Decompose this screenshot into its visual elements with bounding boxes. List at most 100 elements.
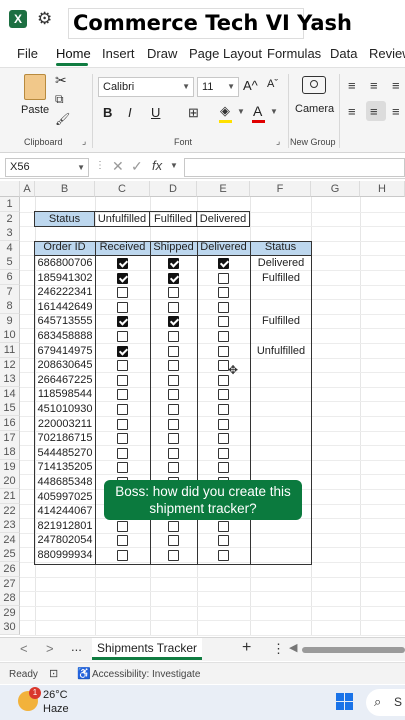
shipped-checkbox[interactable] [168, 462, 179, 473]
row-header[interactable]: 13 [0, 372, 20, 387]
shipped-checkbox[interactable] [168, 287, 179, 298]
row-header[interactable]: 26 [0, 562, 20, 577]
copy-icon[interactable]: ⧉ [55, 92, 64, 107]
received-checkbox[interactable] [117, 360, 128, 371]
order-id-cell[interactable]: 645713555 [35, 314, 95, 328]
sheet-more-button[interactable]: ... [71, 639, 82, 654]
received-checkbox[interactable] [117, 258, 128, 269]
cut-icon[interactable]: ✂ [55, 72, 67, 89]
name-box[interactable]: X56 ▼ [5, 158, 89, 177]
status-cell[interactable] [251, 446, 311, 460]
tab-page-layout[interactable]: Page Layout [189, 46, 262, 61]
camera-icon[interactable] [302, 76, 326, 94]
order-id-cell[interactable]: 448685348 [35, 475, 95, 489]
delivered-checkbox[interactable] [218, 258, 229, 269]
column-header-d[interactable]: D [150, 181, 197, 197]
font-launcher-icon[interactable]: ⌟ [276, 136, 280, 147]
order-id-cell[interactable]: 405997025 [35, 490, 95, 504]
status-cell[interactable] [251, 533, 311, 547]
clipboard-launcher-icon[interactable]: ⌟ [82, 136, 86, 147]
order-id-cell[interactable]: 451010930 [35, 402, 95, 416]
shipped-checkbox[interactable] [168, 521, 179, 532]
column-header-g[interactable]: G [311, 181, 360, 197]
received-checkbox[interactable] [117, 302, 128, 313]
table-header-delivered[interactable]: Delivered [197, 241, 250, 255]
delivered-checkbox[interactable] [218, 404, 229, 415]
chevron-down-icon[interactable]: ▼ [237, 107, 245, 116]
order-id-cell[interactable]: 683458888 [35, 329, 95, 343]
order-id-cell[interactable]: 821912801 [35, 519, 95, 533]
shipped-checkbox[interactable] [168, 331, 179, 342]
row-header[interactable]: 27 [0, 577, 20, 592]
row-header[interactable]: 3 [0, 226, 20, 241]
row-header[interactable]: 1 [0, 197, 20, 212]
row-header[interactable]: 5 [0, 255, 20, 270]
worksheet-grid[interactable]: A B C D E F G H 1 2 3 4 5 6 7 8 9 10 11 12 13 14 15 16 1… [0, 181, 405, 636]
status-cell[interactable] [251, 300, 311, 314]
row-header[interactable]: 2 [0, 212, 20, 227]
italic-button[interactable]: I [128, 105, 132, 120]
row-header[interactable]: 20 [0, 474, 20, 489]
column-header-f[interactable]: F [250, 181, 311, 197]
sheet-nav-next-button[interactable]: > [46, 641, 54, 656]
column-header-c[interactable]: C [95, 181, 150, 197]
status-cell[interactable]: Fulfilled [251, 271, 311, 285]
delivered-checkbox[interactable] [218, 331, 229, 342]
status-cell[interactable] [251, 373, 311, 387]
windows-start-icon[interactable] [336, 693, 354, 711]
row-header[interactable]: 12 [0, 358, 20, 373]
received-checkbox[interactable] [117, 521, 128, 532]
row-header[interactable]: 29 [0, 606, 20, 621]
received-checkbox[interactable] [117, 462, 128, 473]
align-bottom-icon[interactable]: ≡ [392, 78, 400, 93]
column-header-h[interactable]: H [360, 181, 405, 197]
macro-recording-icon[interactable]: ⊡ [49, 667, 58, 680]
delivered-checkbox[interactable] [218, 273, 229, 284]
table-header-received[interactable]: Received [95, 241, 150, 255]
table-header-shipped[interactable]: Shipped [150, 241, 197, 255]
delivered-checkbox[interactable] [218, 419, 229, 430]
table-header-status[interactable]: Status [250, 241, 311, 255]
received-checkbox[interactable] [117, 389, 128, 400]
camera-button[interactable]: Camera [295, 103, 334, 115]
received-checkbox[interactable] [117, 331, 128, 342]
shipped-checkbox[interactable] [168, 302, 179, 313]
row-header[interactable]: 23 [0, 518, 20, 533]
table-header-order-id[interactable]: Order ID [34, 241, 95, 255]
order-id-cell[interactable]: 414244067 [35, 504, 95, 518]
status-cell[interactable] [251, 402, 311, 416]
formula-input[interactable] [184, 158, 405, 177]
taskbar-search-box[interactable]: ⌕ S [366, 689, 405, 716]
status-summary-fulfilled[interactable]: Fulfilled [150, 211, 197, 227]
row-header[interactable]: 15 [0, 401, 20, 416]
received-checkbox[interactable] [117, 273, 128, 284]
order-id-cell[interactable]: 266467225 [35, 373, 95, 387]
status-cell[interactable] [251, 285, 311, 299]
row-header[interactable]: 19 [0, 460, 20, 475]
order-id-cell[interactable]: 118598544 [35, 387, 95, 401]
delivered-checkbox[interactable] [218, 302, 229, 313]
received-checkbox[interactable] [117, 433, 128, 444]
shipped-checkbox[interactable] [168, 258, 179, 269]
delivered-checkbox[interactable] [218, 389, 229, 400]
shipped-checkbox[interactable] [168, 550, 179, 561]
shipped-checkbox[interactable] [168, 433, 179, 444]
status-cell[interactable]: Fulfilled [251, 314, 311, 328]
status-summary-delivered[interactable]: Delivered [197, 211, 250, 227]
grow-font-button[interactable]: A^ [243, 78, 258, 93]
shipped-checkbox[interactable] [168, 419, 179, 430]
paste-icon[interactable] [24, 74, 46, 100]
row-header[interactable]: 30 [0, 620, 20, 635]
order-id-cell[interactable]: 702186715 [35, 431, 95, 445]
row-header[interactable]: 10 [0, 328, 20, 343]
shipped-checkbox[interactable] [168, 360, 179, 371]
received-checkbox[interactable] [117, 404, 128, 415]
order-id-cell[interactable]: 679414975 [35, 344, 95, 358]
row-header[interactable]: 17 [0, 431, 20, 446]
tab-formulas[interactable]: Formulas [267, 46, 321, 61]
shipped-checkbox[interactable] [168, 346, 179, 357]
select-all-corner[interactable] [0, 181, 20, 197]
received-checkbox[interactable] [117, 419, 128, 430]
delivered-checkbox[interactable] [218, 521, 229, 532]
row-header[interactable]: 7 [0, 285, 20, 300]
